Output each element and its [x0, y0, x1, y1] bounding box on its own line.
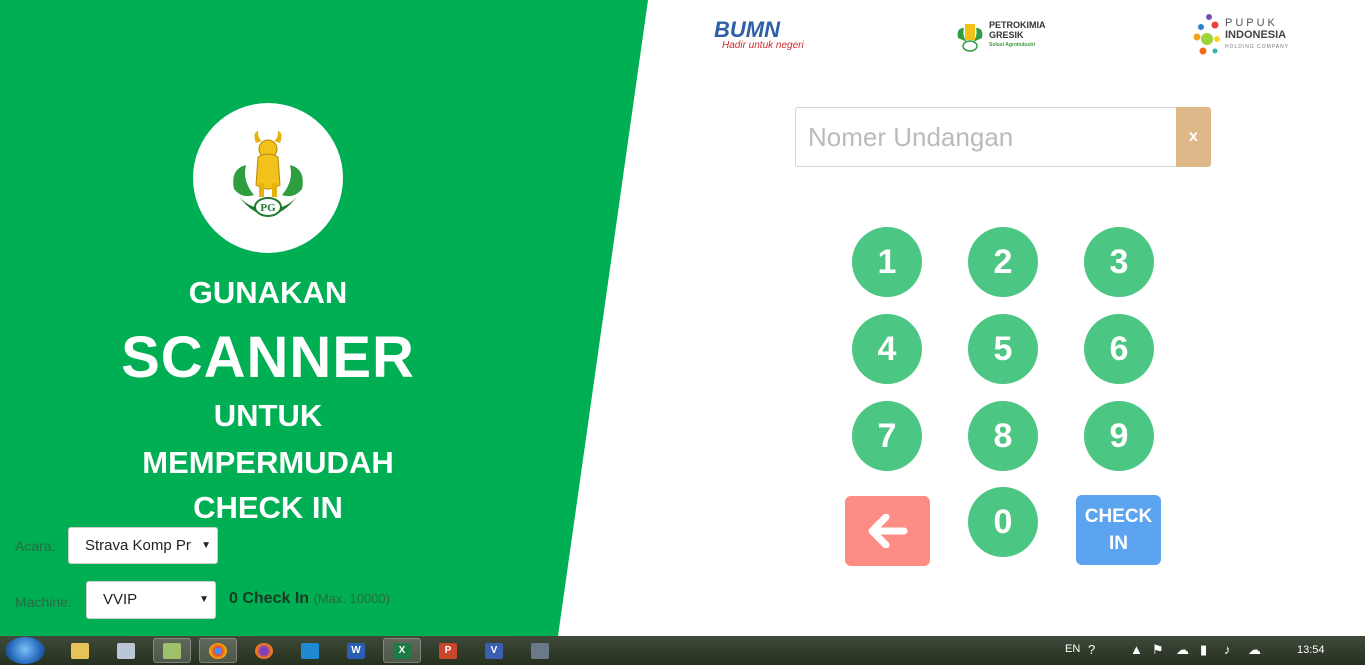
headline-scanner: SCANNER [121, 325, 415, 390]
windows-taskbar: W X P V EN ? ▲ ⚑ ☁ ▮ ♪ ☁ 13:54 [0, 636, 1365, 665]
upload-cloud-icon[interactable]: ☁ [1248, 642, 1261, 658]
key-6[interactable]: 6 [1084, 314, 1154, 384]
pupuk-indonesia-logo: PUPUK INDONESIA HOLDING COMPANY [1193, 13, 1289, 57]
headline-line-1: GUNAKAN [188, 275, 348, 310]
volume-icon[interactable]: ♪ [1224, 642, 1231, 657]
visio-icon[interactable]: V [475, 638, 513, 663]
word-icon[interactable]: W [337, 638, 375, 663]
machine-label: Machine: [15, 594, 72, 610]
checkin-button[interactable]: CHECK IN [1076, 495, 1161, 565]
backspace-button[interactable] [845, 496, 930, 566]
event-label: Acara: [15, 538, 56, 554]
vscode-icon[interactable] [291, 638, 329, 663]
petrokimia-mark-icon [957, 24, 983, 52]
petrokimia-logo: PETROKIMIA GRESIK Solusi Agroindustri [955, 18, 1046, 52]
petrokimia-tagline: Solusi Agroindustri [989, 42, 1036, 48]
pupuk-dots-icon [1193, 14, 1220, 55]
action-center-flag-icon[interactable]: ⚑ [1152, 642, 1164, 658]
help-icon[interactable]: ? [1088, 642, 1095, 657]
invitation-number-input[interactable] [795, 107, 1177, 167]
headline-line-5: CHECK IN [193, 490, 343, 525]
machine-select[interactable]: VVIP ▼ [86, 581, 216, 619]
key-0[interactable]: 0 [968, 487, 1038, 557]
chevron-down-icon: ▼ [199, 594, 209, 605]
key-1[interactable]: 1 [852, 227, 922, 297]
headline-line-3: UNTUK [213, 398, 323, 433]
bumn-logo-text: BUMN [714, 17, 780, 42]
excel-icon[interactable]: X [383, 638, 421, 663]
onedrive-cloud-icon[interactable]: ☁ [1176, 642, 1189, 658]
pg-mark-text: PG [260, 202, 276, 214]
petrokimia-name-line1: PETROKIMIA [989, 20, 1046, 30]
clear-input-button[interactable]: x [1176, 107, 1211, 167]
calculator-icon[interactable] [107, 638, 145, 663]
checkin-button-line2: IN [1109, 533, 1128, 554]
show-hidden-icons-icon[interactable]: ▲ [1130, 642, 1143, 657]
event-select-value: Strava Komp Pr [85, 537, 191, 554]
checkin-counter: 0 Check In (Max. 10000) [229, 590, 390, 608]
key-7[interactable]: 7 [852, 401, 922, 471]
event-select[interactable]: Strava Komp Pr ▼ [68, 527, 218, 564]
key-3[interactable]: 3 [1084, 227, 1154, 297]
bull-logo-icon: PG [233, 131, 303, 217]
file-explorer-icon[interactable] [61, 638, 99, 663]
pupuk-name-line2: INDONESIA [1225, 29, 1287, 41]
bumn-tagline: Hadir untuk negeri [722, 40, 804, 51]
checkin-button-line1: CHECK [1084, 506, 1153, 527]
network-signal-icon[interactable]: ▮ [1200, 642, 1207, 658]
firefox-icon[interactable] [245, 638, 283, 663]
key-8[interactable]: 8 [968, 401, 1038, 471]
machine-select-value: VVIP [103, 591, 138, 608]
windows-start-icon[interactable] [5, 637, 45, 664]
powerpoint-icon[interactable]: P [429, 638, 467, 663]
app-icon[interactable] [521, 638, 559, 663]
headline-line-4: MEMPERMUDAH [142, 445, 394, 480]
clock[interactable]: 13:54 [1297, 644, 1325, 656]
arrow-left-icon [868, 514, 907, 548]
pupuk-name-line3: HOLDING COMPANY [1225, 44, 1290, 50]
key-9[interactable]: 9 [1084, 401, 1154, 471]
checkin-count-value: 0 Check In [229, 590, 310, 607]
bumn-logo: BUMN Hadir untuk negeri [714, 17, 804, 52]
petrokimia-name-line2: GRESIK [989, 30, 1024, 40]
key-5[interactable]: 5 [968, 314, 1038, 384]
key-2[interactable]: 2 [968, 227, 1038, 297]
petrokimia-logo-circle: PG [193, 103, 343, 253]
key-4[interactable]: 4 [852, 314, 922, 384]
checkin-max: (Max. 10000) [313, 591, 391, 606]
language-indicator[interactable]: EN [1065, 643, 1080, 655]
chevron-down-icon: ▼ [201, 540, 211, 551]
pupuk-name-line1: PUPUK [1225, 17, 1278, 29]
photos-icon[interactable] [153, 638, 191, 663]
chrome-icon[interactable] [199, 638, 237, 663]
